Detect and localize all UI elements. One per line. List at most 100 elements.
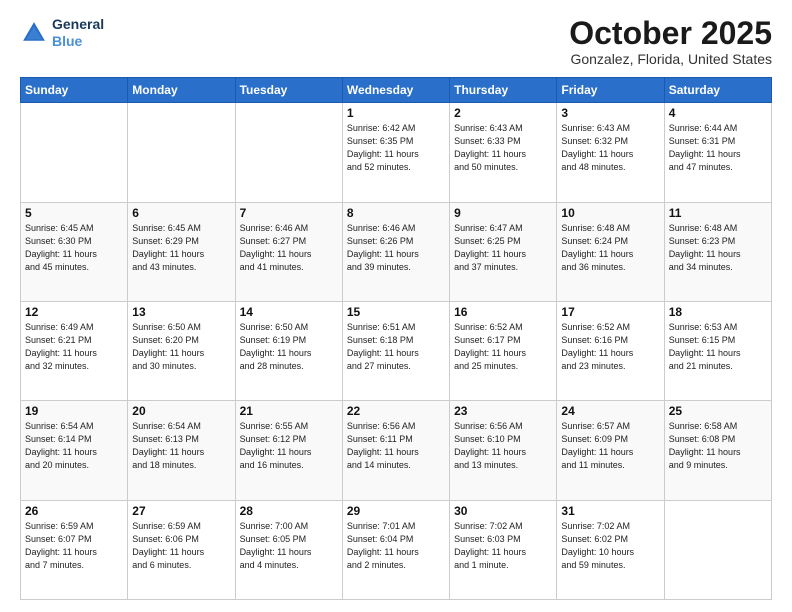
location-title: Gonzalez, Florida, United States <box>569 51 772 67</box>
calendar-cell: 21Sunrise: 6:55 AMSunset: 6:12 PMDayligh… <box>235 401 342 500</box>
calendar-cell: 31 Sunrise: 7:02 AMSunset: 6:02 PMDayligh… <box>557 500 664 599</box>
day-number: 31 <box>561 504 659 518</box>
day-number: 14 <box>240 305 338 319</box>
day-number: 23 <box>454 404 552 418</box>
calendar-week-2: 5 Sunrise: 6:45 AMSunset: 6:30 PMDaylight… <box>21 202 772 301</box>
day-number: 29 <box>347 504 445 518</box>
col-thursday: Thursday <box>450 78 557 103</box>
calendar-cell: 30 Sunrise: 7:02 AMSunset: 6:03 PMDayligh… <box>450 500 557 599</box>
calendar-cell: 17 Sunrise: 6:52 AMSunset: 6:16 PMDayligh… <box>557 301 664 400</box>
cell-content: Sunrise: 6:50 AMSunset: 6:19 PMDaylight:… <box>240 321 338 373</box>
calendar-week-4: 19 Sunrise: 6:54 AMSunset: 6:14 PMDayligh… <box>21 401 772 500</box>
col-wednesday: Wednesday <box>342 78 449 103</box>
cell-content: Sunrise: 6:46 AMSunset: 6:26 PMDaylight:… <box>347 222 445 274</box>
calendar-cell: 1 Sunrise: 6:42 AMSunset: 6:35 PMDaylight… <box>342 103 449 202</box>
cell-content: Sunrise: 6:44 AMSunset: 6:31 PMDaylight:… <box>669 122 767 174</box>
cell-content: Sunrise: 7:02 AMSunset: 6:02 PMDaylight:… <box>561 520 659 572</box>
calendar-cell: 13 Sunrise: 6:50 AMSunset: 6:20 PMDayligh… <box>128 301 235 400</box>
day-number: 7 <box>240 206 338 220</box>
day-number: 13 <box>132 305 230 319</box>
day-number: 10 <box>561 206 659 220</box>
calendar-week-1: 1 Sunrise: 6:42 AMSunset: 6:35 PMDaylight… <box>21 103 772 202</box>
col-monday: Monday <box>128 78 235 103</box>
day-number: 9 <box>454 206 552 220</box>
day-number: 30 <box>454 504 552 518</box>
calendar-cell: 18Sunrise: 6:53 AMSunset: 6:15 PMDayligh… <box>664 301 771 400</box>
cell-content: Sunrise: 6:59 AMSunset: 6:06 PMDaylight:… <box>132 520 230 572</box>
calendar-cell: 5 Sunrise: 6:45 AMSunset: 6:30 PMDaylight… <box>21 202 128 301</box>
logo: General Blue <box>20 16 104 50</box>
calendar-cell: 10 Sunrise: 6:48 AMSunset: 6:24 PMDayligh… <box>557 202 664 301</box>
cell-content: Sunrise: 6:54 AMSunset: 6:13 PMDaylight:… <box>132 420 230 472</box>
calendar-cell: 2 Sunrise: 6:43 AMSunset: 6:33 PMDaylight… <box>450 103 557 202</box>
calendar-cell: 7Sunrise: 6:46 AMSunset: 6:27 PMDaylight… <box>235 202 342 301</box>
cell-content: Sunrise: 6:48 AMSunset: 6:24 PMDaylight:… <box>561 222 659 274</box>
month-title: October 2025 <box>569 16 772 51</box>
cell-content: Sunrise: 6:58 AMSunset: 6:08 PMDaylight:… <box>669 420 767 472</box>
calendar: Sunday Monday Tuesday Wednesday Thursday… <box>20 77 772 600</box>
day-number: 2 <box>454 106 552 120</box>
cell-content: Sunrise: 6:56 AMSunset: 6:10 PMDaylight:… <box>454 420 552 472</box>
day-number: 21 <box>240 404 338 418</box>
calendar-cell: 12Sunrise: 6:49 AMSunset: 6:21 PMDayligh… <box>21 301 128 400</box>
calendar-header-row: Sunday Monday Tuesday Wednesday Thursday… <box>21 78 772 103</box>
cell-content: Sunrise: 6:43 AMSunset: 6:33 PMDaylight:… <box>454 122 552 174</box>
calendar-cell <box>128 103 235 202</box>
col-tuesday: Tuesday <box>235 78 342 103</box>
calendar-cell <box>235 103 342 202</box>
day-number: 6 <box>132 206 230 220</box>
calendar-cell <box>664 500 771 599</box>
day-number: 15 <box>347 305 445 319</box>
calendar-cell: 28Sunrise: 7:00 AMSunset: 6:05 PMDayligh… <box>235 500 342 599</box>
day-number: 5 <box>25 206 123 220</box>
cell-content: Sunrise: 6:45 AMSunset: 6:29 PMDaylight:… <box>132 222 230 274</box>
day-number: 16 <box>454 305 552 319</box>
cell-content: Sunrise: 7:00 AMSunset: 6:05 PMDaylight:… <box>240 520 338 572</box>
calendar-cell: 19 Sunrise: 6:54 AMSunset: 6:14 PMDayligh… <box>21 401 128 500</box>
cell-content: Sunrise: 6:50 AMSunset: 6:20 PMDaylight:… <box>132 321 230 373</box>
logo-line2: Blue <box>52 33 104 50</box>
cell-content: Sunrise: 6:57 AMSunset: 6:09 PMDaylight:… <box>561 420 659 472</box>
cell-content: Sunrise: 6:54 AMSunset: 6:14 PMDaylight:… <box>25 420 123 472</box>
day-number: 4 <box>669 106 767 120</box>
calendar-cell: 14 Sunrise: 6:50 AMSunset: 6:19 PMDayligh… <box>235 301 342 400</box>
calendar-cell: 26Sunrise: 6:59 AMSunset: 6:07 PMDayligh… <box>21 500 128 599</box>
cell-content: Sunrise: 7:01 AMSunset: 6:04 PMDaylight:… <box>347 520 445 572</box>
calendar-cell: 22 Sunrise: 6:56 AMSunset: 6:11 PMDayligh… <box>342 401 449 500</box>
cell-content: Sunrise: 6:49 AMSunset: 6:21 PMDaylight:… <box>25 321 123 373</box>
cell-content: Sunrise: 6:42 AMSunset: 6:35 PMDaylight:… <box>347 122 445 174</box>
cell-content: Sunrise: 6:56 AMSunset: 6:11 PMDaylight:… <box>347 420 445 472</box>
calendar-cell: 11 Sunrise: 6:48 AMSunset: 6:23 PMDayligh… <box>664 202 771 301</box>
cell-content: Sunrise: 6:52 AMSunset: 6:17 PMDaylight:… <box>454 321 552 373</box>
calendar-cell: 15Sunrise: 6:51 AMSunset: 6:18 PMDayligh… <box>342 301 449 400</box>
day-number: 25 <box>669 404 767 418</box>
calendar-cell <box>21 103 128 202</box>
logo-line1: General <box>52 16 104 33</box>
logo-text: General Blue <box>52 16 104 50</box>
col-saturday: Saturday <box>664 78 771 103</box>
logo-icon <box>20 19 48 47</box>
day-number: 22 <box>347 404 445 418</box>
calendar-cell: 16 Sunrise: 6:52 AMSunset: 6:17 PMDayligh… <box>450 301 557 400</box>
col-sunday: Sunday <box>21 78 128 103</box>
day-number: 27 <box>132 504 230 518</box>
calendar-cell: 9 Sunrise: 6:47 AMSunset: 6:25 PMDaylight… <box>450 202 557 301</box>
day-number: 1 <box>347 106 445 120</box>
calendar-cell: 27 Sunrise: 6:59 AMSunset: 6:06 PMDayligh… <box>128 500 235 599</box>
cell-content: Sunrise: 7:02 AMSunset: 6:03 PMDaylight:… <box>454 520 552 572</box>
calendar-cell: 3Sunrise: 6:43 AMSunset: 6:32 PMDaylight… <box>557 103 664 202</box>
cell-content: Sunrise: 6:52 AMSunset: 6:16 PMDaylight:… <box>561 321 659 373</box>
day-number: 17 <box>561 305 659 319</box>
cell-content: Sunrise: 6:48 AMSunset: 6:23 PMDaylight:… <box>669 222 767 274</box>
cell-content: Sunrise: 6:43 AMSunset: 6:32 PMDaylight:… <box>561 122 659 174</box>
calendar-cell: 4 Sunrise: 6:44 AMSunset: 6:31 PMDaylight… <box>664 103 771 202</box>
title-block: October 2025 Gonzalez, Florida, United S… <box>569 16 772 67</box>
calendar-week-5: 26Sunrise: 6:59 AMSunset: 6:07 PMDayligh… <box>21 500 772 599</box>
calendar-cell: 6 Sunrise: 6:45 AMSunset: 6:29 PMDaylight… <box>128 202 235 301</box>
cell-content: Sunrise: 6:45 AMSunset: 6:30 PMDaylight:… <box>25 222 123 274</box>
day-number: 19 <box>25 404 123 418</box>
cell-content: Sunrise: 6:47 AMSunset: 6:25 PMDaylight:… <box>454 222 552 274</box>
page: General Blue October 2025 Gonzalez, Flor… <box>0 0 792 612</box>
day-number: 11 <box>669 206 767 220</box>
header: General Blue October 2025 Gonzalez, Flor… <box>20 16 772 67</box>
